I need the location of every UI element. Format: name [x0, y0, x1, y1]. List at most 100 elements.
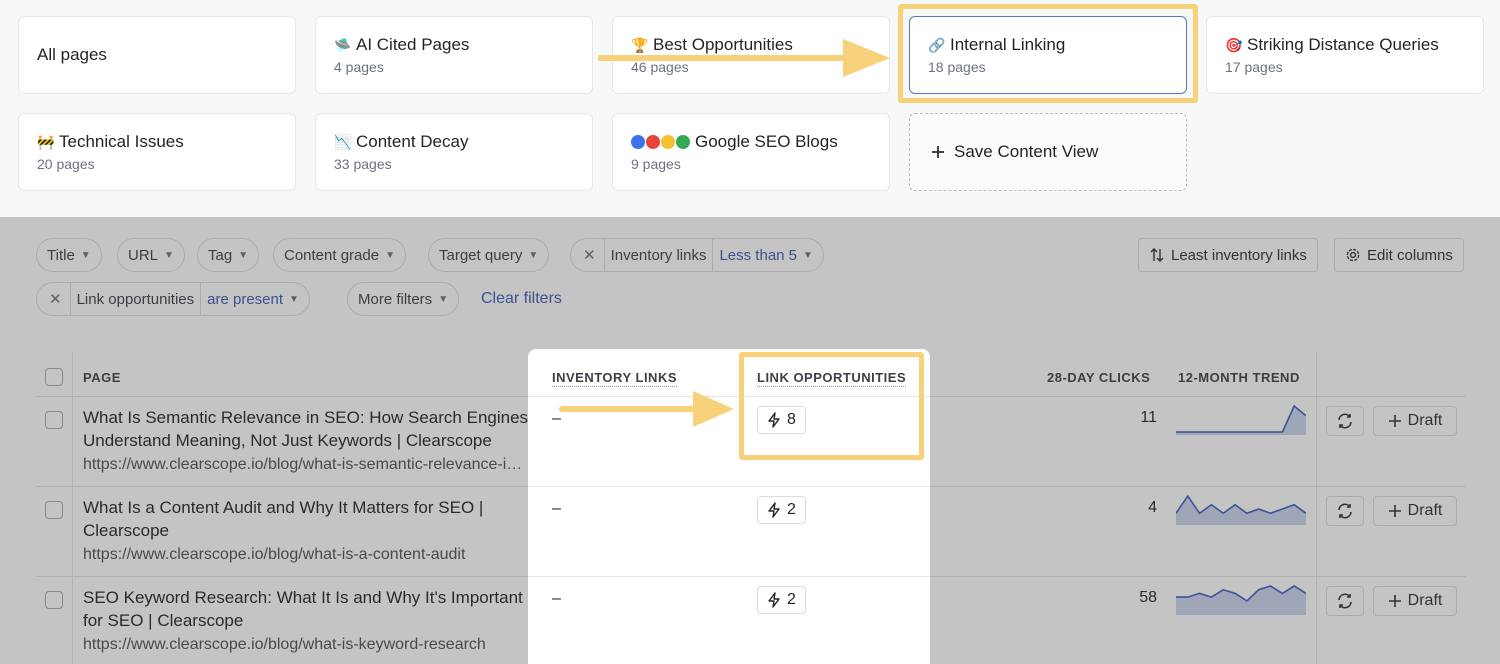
view-card-google-seo-blogs[interactable]: Google SEO Blogs 9 pages: [612, 113, 890, 191]
view-card-ai-cited[interactable]: 🛸 AI Cited Pages 4 pages: [315, 16, 593, 94]
clicks-value: 4: [1148, 499, 1157, 516]
annotation-arrow: [559, 391, 734, 427]
divider: [528, 486, 930, 487]
divider: [1316, 352, 1317, 664]
divider: [528, 576, 930, 577]
filter-target-query[interactable]: Target query ▼: [428, 238, 550, 272]
colored-dot: [676, 135, 690, 149]
view-title: Content Decay: [356, 132, 469, 151]
view-title: Technical Issues: [59, 132, 184, 151]
close-icon[interactable]: ✕: [571, 239, 605, 271]
divider: [200, 283, 202, 315]
colored-dot: [631, 135, 645, 149]
plus-icon: [932, 146, 944, 158]
column-header-page[interactable]: PAGE: [83, 370, 121, 385]
filter-value: Less than 5: [719, 246, 798, 264]
filter-inventory-links[interactable]: ✕ Inventory links Less than 5 ▼: [570, 238, 824, 272]
refresh-button[interactable]: [1326, 496, 1364, 526]
column-header-inventory-links[interactable]: INVENTORY LINKS: [552, 370, 677, 385]
row-checkbox[interactable]: [45, 591, 63, 609]
sparkline-area: [1176, 406, 1306, 435]
view-card-content-decay[interactable]: 📉 Content Decay 33 pages: [315, 113, 593, 191]
lightning-icon: [768, 502, 780, 518]
clicks-value: 11: [1140, 409, 1157, 426]
draft-button[interactable]: Draft: [1373, 406, 1457, 436]
refresh-icon: [1338, 503, 1352, 519]
page-url: https://www.clearscope.io/blog/what-is-a…: [83, 546, 466, 563]
chevron-down-icon: ▼: [289, 293, 299, 305]
chevron-down-icon: ▼: [385, 249, 395, 261]
inventory-links-value: –: [552, 500, 561, 517]
filter-label: Content grade: [284, 246, 380, 264]
filter-label: URL: [128, 246, 159, 264]
refresh-button[interactable]: [1326, 586, 1364, 616]
view-count: 4 pages: [334, 59, 384, 75]
page-url: https://www.clearscope.io/blog/what-is-s…: [83, 456, 528, 473]
save-content-view-button[interactable]: Save Content View: [909, 113, 1187, 191]
colored-dot: [646, 135, 660, 149]
edit-columns-button[interactable]: Edit columns: [1334, 238, 1464, 272]
chevron-down-icon: ▼: [803, 249, 813, 261]
more-filters-button[interactable]: More filters ▼: [347, 282, 460, 316]
column-header-link-opportunities[interactable]: LINK OPPORTUNITIES: [757, 370, 906, 385]
lightning-icon: [768, 592, 780, 608]
select-all-checkbox[interactable]: [45, 368, 63, 386]
page-url: https://www.clearscope.io/blog/what-is-k…: [83, 636, 486, 653]
row-checkbox[interactable]: [45, 411, 63, 429]
view-title: AI Cited Pages: [356, 35, 470, 54]
page-title-link[interactable]: What Is Semantic Relevance in SEO: How S…: [83, 406, 533, 452]
refresh-icon: [1338, 593, 1352, 609]
annotation-arrow: [598, 39, 890, 77]
view-count: 17 pages: [1225, 59, 1283, 75]
draft-button[interactable]: Draft: [1373, 496, 1457, 526]
clear-filters-link[interactable]: Clear filters: [481, 290, 562, 308]
sort-icon: [1150, 248, 1164, 262]
view-count: 20 pages: [37, 156, 95, 172]
filter-tag[interactable]: Tag ▼: [197, 238, 260, 272]
link-opportunities-count: 8: [787, 411, 796, 428]
view-title: Google SEO Blogs: [695, 132, 838, 151]
page-title-link[interactable]: What Is a Content Audit and Why It Matte…: [83, 496, 533, 542]
draft-button[interactable]: Draft: [1373, 586, 1457, 616]
spotlight-columns: INVENTORY LINKS LINK OPPORTUNITIES – 8 –…: [528, 349, 930, 664]
sort-button[interactable]: Least inventory links: [1138, 238, 1318, 272]
view-card-internal-linking[interactable]: 🔗 Internal Linking 18 pages: [909, 16, 1187, 94]
column-header-trend[interactable]: 12-MONTH TREND: [1178, 370, 1300, 385]
save-view-label: Save Content View: [954, 142, 1099, 161]
filter-content-grade[interactable]: Content grade ▼: [273, 238, 406, 272]
row-checkbox[interactable]: [45, 501, 63, 519]
view-count: 9 pages: [631, 156, 681, 172]
link-opportunities-button[interactable]: 8: [757, 406, 806, 434]
sparkline-area: [1176, 496, 1306, 525]
view-title: Internal Linking: [950, 35, 1066, 54]
clicks-value: 58: [1139, 589, 1157, 606]
divider: [72, 352, 73, 664]
lightning-icon: [768, 412, 780, 428]
chevron-down-icon: ▼: [438, 293, 449, 305]
view-card-striking-distance[interactable]: 🎯 Striking Distance Queries 17 pages: [1206, 16, 1484, 94]
trend-sparkline: [1176, 494, 1306, 525]
view-card-technical-issues[interactable]: 🚧 Technical Issues 20 pages: [18, 113, 296, 191]
colored-dot: [661, 135, 675, 149]
filter-label: More filters: [358, 290, 433, 308]
link-opportunities-button[interactable]: 2: [757, 586, 806, 614]
plus-icon: [1388, 595, 1401, 607]
edit-columns-label: Edit columns: [1367, 246, 1453, 264]
page-title-link[interactable]: SEO Keyword Research: What It Is and Why…: [83, 586, 533, 632]
close-icon[interactable]: ✕: [37, 283, 71, 315]
refresh-button[interactable]: [1326, 406, 1364, 436]
filter-label: Tag: [208, 246, 233, 264]
filter-link-opportunities[interactable]: ✕ Link opportunities are present ▼: [36, 282, 310, 316]
link-icon: 🔗: [928, 36, 946, 53]
link-opportunities-button[interactable]: 2: [757, 496, 806, 524]
view-card-all-pages[interactable]: All pages: [18, 16, 296, 94]
column-header-clicks[interactable]: 28-DAY CLICKS: [1047, 370, 1150, 385]
filter-label: Link opportunities: [76, 290, 195, 308]
filter-url[interactable]: URL ▼: [117, 238, 185, 272]
draft-label: Draft: [1407, 592, 1443, 609]
view-count: 33 pages: [334, 156, 392, 172]
filter-label: Inventory links: [610, 246, 707, 264]
chevron-down-icon: ▼: [238, 249, 249, 261]
inventory-links-value: –: [552, 590, 561, 607]
filter-title[interactable]: Title ▼: [36, 238, 102, 272]
